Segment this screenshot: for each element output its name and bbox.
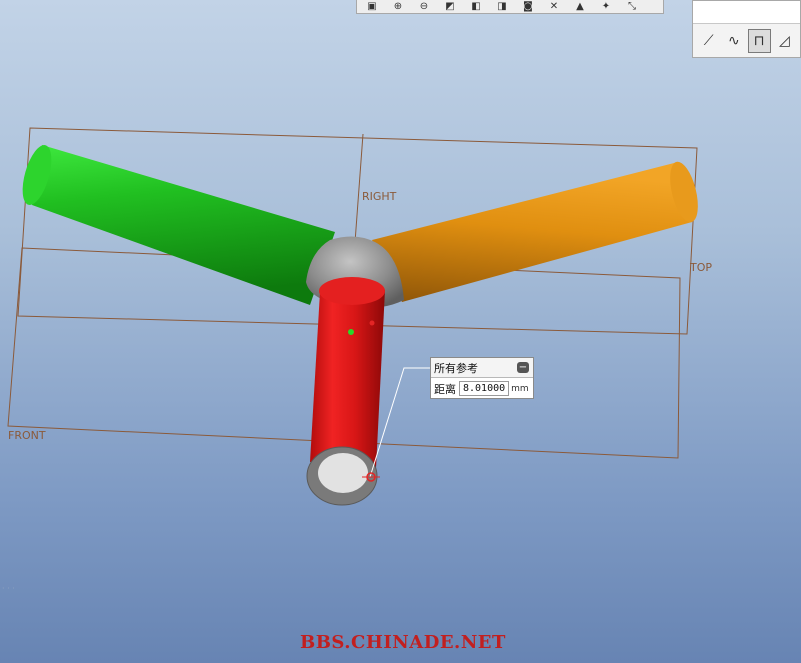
distance-label: 距离 bbox=[434, 382, 456, 396]
zoom-fit-icon[interactable]: ▣ bbox=[361, 1, 383, 13]
distance-value-field[interactable]: 8.01000 bbox=[459, 381, 510, 396]
graphics-window[interactable]: RIGHT TOP FRONT · · · bbox=[0, 0, 801, 663]
reference-panel-header: 所有参考 − bbox=[431, 358, 533, 378]
bottom-arm-top-cap bbox=[319, 277, 385, 305]
sketch-dims-icon[interactable]: ⊓ bbox=[747, 29, 771, 53]
model-scene[interactable]: RIGHT TOP FRONT bbox=[0, 0, 801, 663]
saved-views-icon[interactable]: ◨ bbox=[491, 1, 513, 13]
selection-point-green[interactable] bbox=[348, 329, 354, 335]
left-arm-tube[interactable] bbox=[32, 145, 335, 305]
palette-header bbox=[693, 1, 800, 24]
csys-icon[interactable]: ⤡ bbox=[621, 1, 643, 13]
zoom-in-icon[interactable]: ⊕ bbox=[387, 1, 409, 13]
ruler-icon[interactable]: ⟋ bbox=[697, 29, 720, 53]
distance-unit: mm bbox=[511, 383, 529, 394]
datum-axis-icon[interactable]: ✕ bbox=[543, 1, 565, 13]
view-toolbar: ▣ ⊕ ⊖ ◩ ◧ ◨ ◙ ✕ ▲ ✦ ⤡ bbox=[356, 0, 664, 14]
datum-label-top: TOP bbox=[689, 261, 712, 274]
zoom-out-icon[interactable]: ⊖ bbox=[413, 1, 435, 13]
right-arm-tube[interactable] bbox=[372, 162, 692, 302]
collapse-icon[interactable]: − bbox=[517, 362, 529, 373]
sketch-tools-palette: ⟋ ∿ ⊓ ◿ bbox=[692, 0, 801, 58]
corner-coordinate-text: · · · bbox=[2, 584, 15, 593]
datum-point-icon[interactable]: ✦ bbox=[595, 1, 617, 13]
curve-icon[interactable]: ∿ bbox=[722, 29, 745, 53]
triangle-icon[interactable]: ◿ bbox=[773, 29, 796, 53]
datum-label-front: FRONT bbox=[8, 429, 46, 442]
reference-panel-title: 所有参考 bbox=[434, 361, 478, 375]
repaint-icon[interactable]: ◩ bbox=[439, 1, 461, 13]
camera-icon[interactable]: ◙ bbox=[517, 1, 539, 13]
watermark-text: BBS.CHINADE.NET bbox=[300, 632, 506, 653]
datum-plane-icon[interactable]: ▲ bbox=[569, 1, 591, 13]
reference-panel[interactable]: 所有参考 − 距离 8.01000 mm bbox=[430, 357, 534, 399]
datum-label-right: RIGHT bbox=[362, 190, 397, 203]
bottom-arm-tube[interactable] bbox=[310, 281, 385, 468]
orient-icon[interactable]: ◧ bbox=[465, 1, 487, 13]
bottom-arm-bore bbox=[318, 453, 368, 493]
selection-point-red[interactable] bbox=[369, 320, 375, 326]
